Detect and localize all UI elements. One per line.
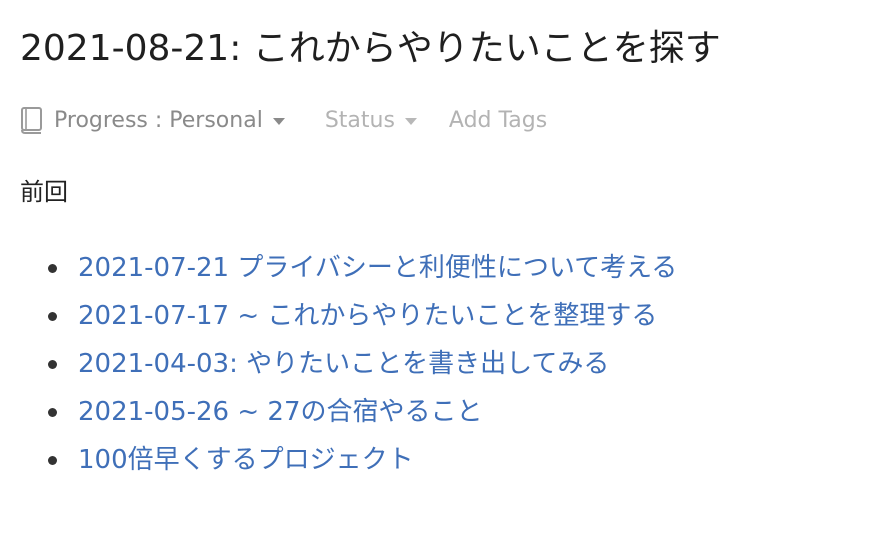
- page-link[interactable]: 2021-07-17 ~ これからやりたいことを整理する: [78, 301, 657, 331]
- list-item: 2021-04-03: やりたいことを書き出してみる: [20, 340, 677, 388]
- page-title[interactable]: 2021-08-21: これからやりたいことを探す: [20, 24, 721, 74]
- progress-dropdown[interactable]: Progress : Personal: [20, 105, 285, 135]
- list-item: 2021-07-21 プライバシーと利便性について考える: [20, 244, 677, 292]
- page-link[interactable]: 2021-05-26 ~ 27の合宿やること: [78, 397, 483, 427]
- page-link[interactable]: 2021-04-03: やりたいことを書き出してみる: [78, 349, 609, 379]
- add-tags-label: Add Tags: [448, 107, 548, 133]
- section-label: 前回: [20, 178, 68, 206]
- caret-down-icon: [404, 117, 417, 125]
- add-tags-button[interactable]: Add Tags: [449, 108, 547, 133]
- progress-label: Progress : Personal: [54, 107, 263, 133]
- book-icon: [20, 105, 46, 135]
- status-dropdown[interactable]: Status: [325, 108, 417, 133]
- bullet-icon: [48, 312, 57, 321]
- bullet-icon: [48, 408, 57, 417]
- link-list: 2021-07-21 プライバシーと利便性について考える 2021-07-17 …: [20, 244, 677, 484]
- list-item: 2021-05-26 ~ 27の合宿やること: [20, 388, 677, 436]
- page-link[interactable]: 2021-07-21 プライバシーと利便性について考える: [78, 253, 677, 283]
- status-label: Status: [324, 107, 395, 133]
- list-item: 2021-07-17 ~ これからやりたいことを整理する: [20, 292, 677, 340]
- bullet-icon: [48, 360, 57, 369]
- page-link[interactable]: 100倍早くするプロジェクト: [78, 445, 414, 475]
- bullet-icon: [48, 264, 57, 273]
- bullet-icon: [48, 456, 57, 465]
- caret-down-icon: [272, 117, 285, 125]
- page-meta-bar: Progress : Personal Status Add Tags: [20, 103, 547, 137]
- list-item: 100倍早くするプロジェクト: [20, 436, 677, 484]
